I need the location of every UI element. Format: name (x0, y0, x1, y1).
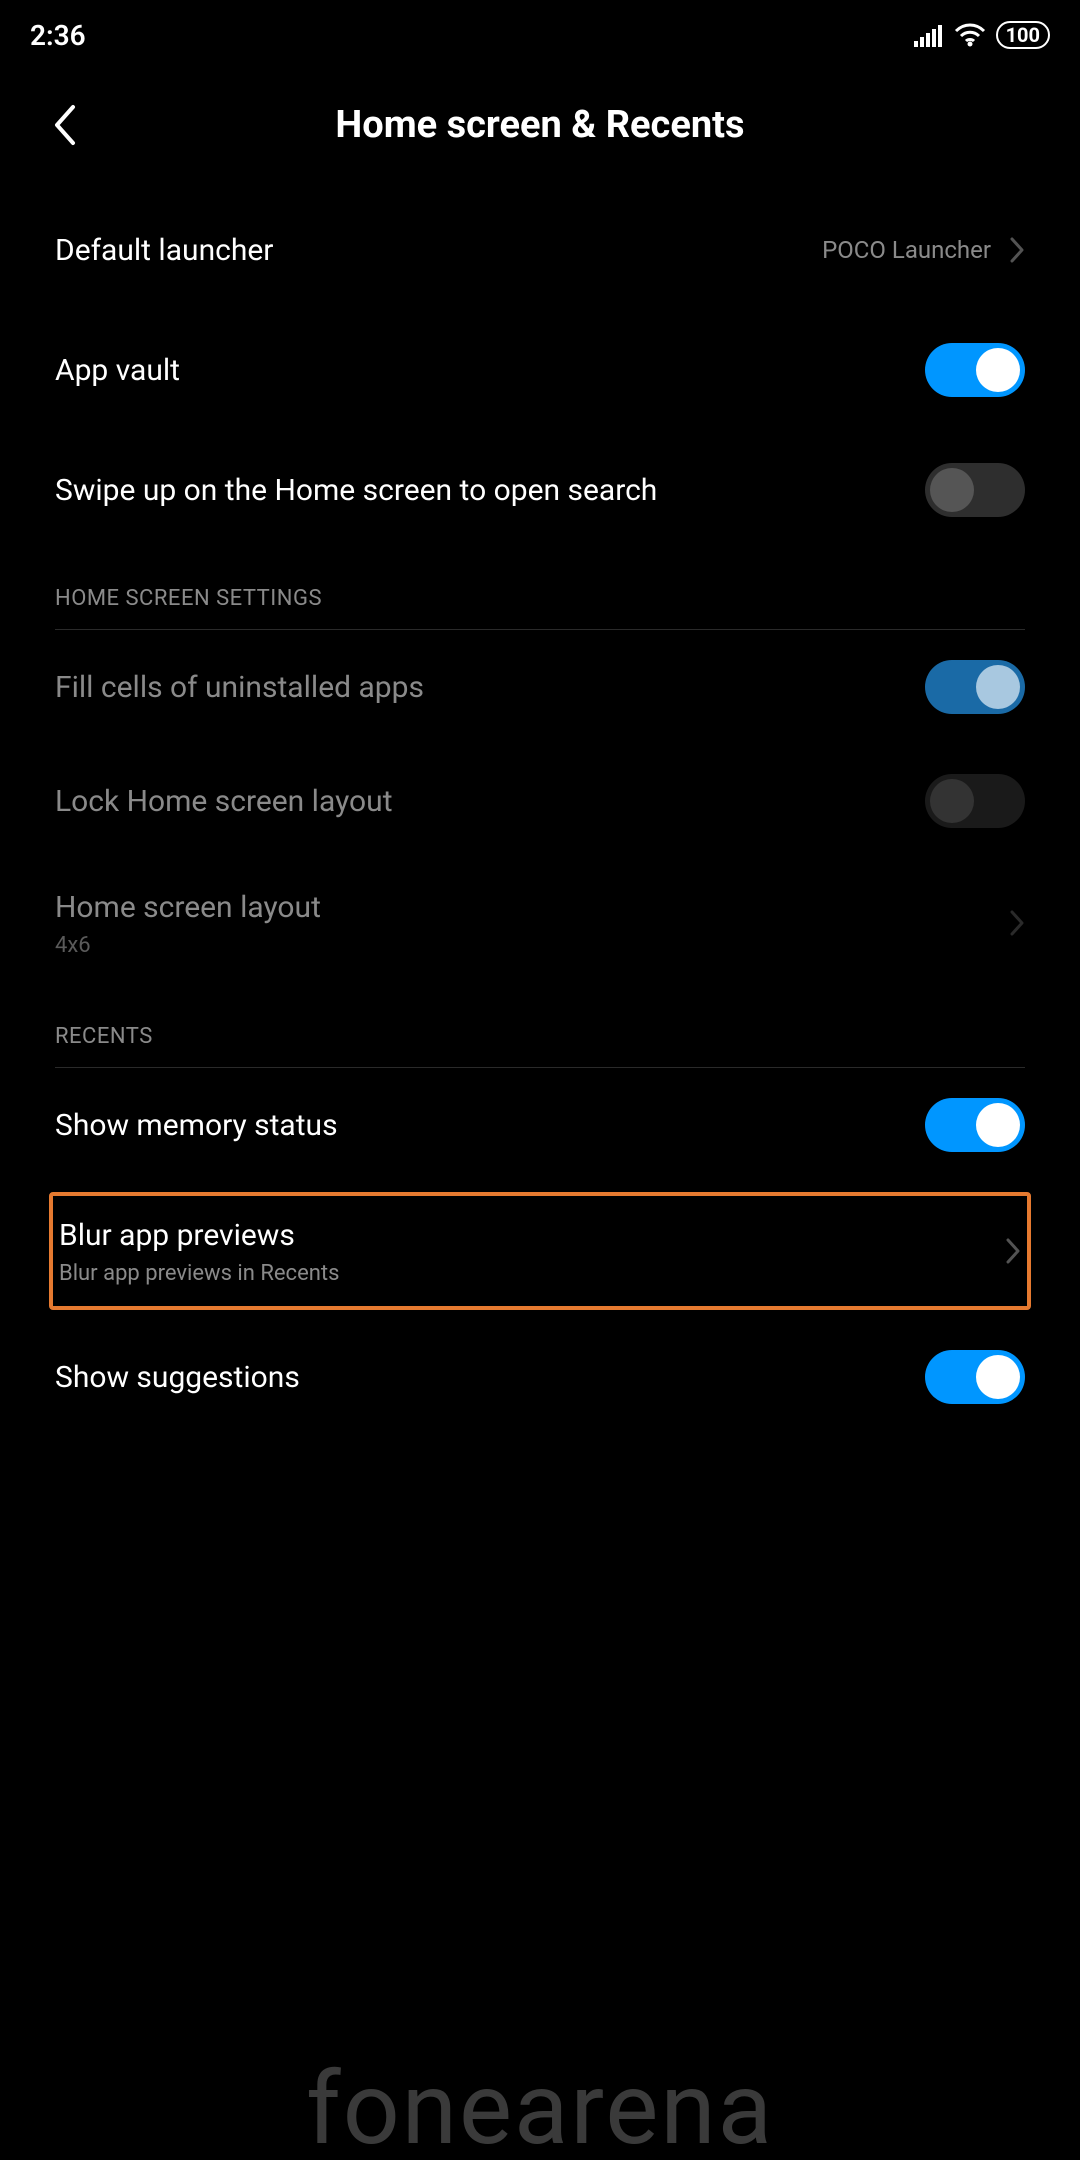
watermark: fonearena (0, 2060, 1080, 2160)
blur-previews-row[interactable]: Blur app previews Blur app previews in R… (59, 1196, 1021, 1306)
default-launcher-row[interactable]: Default launcher POCO Launcher (55, 190, 1025, 310)
default-launcher-value: POCO Launcher (822, 236, 991, 264)
swipe-search-toggle[interactable] (925, 463, 1025, 517)
default-launcher-label: Default launcher (55, 231, 273, 270)
app-vault-toggle[interactable] (925, 343, 1025, 397)
lock-layout-label: Lock Home screen layout (55, 782, 393, 821)
back-button[interactable] (40, 100, 90, 150)
status-indicators: 100 (914, 21, 1050, 49)
show-suggestions-label: Show suggestions (55, 1358, 300, 1397)
highlight-box: Blur app previews Blur app previews in R… (49, 1192, 1031, 1310)
home-layout-label: Home screen layout (55, 888, 321, 927)
chevron-right-icon (1005, 1237, 1021, 1265)
fill-cells-toggle (925, 660, 1025, 714)
swipe-search-label: Swipe up on the Home screen to open sear… (55, 471, 657, 510)
app-vault-row[interactable]: App vault (55, 310, 1025, 430)
show-suggestions-row[interactable]: Show suggestions (55, 1320, 1025, 1434)
page-header: Home screen & Recents (0, 60, 1080, 190)
blur-previews-label: Blur app previews (59, 1216, 339, 1255)
fill-cells-row: Fill cells of uninstalled apps (55, 630, 1025, 744)
battery-indicator: 100 (996, 21, 1050, 49)
chevron-right-icon (1009, 236, 1025, 264)
swipe-search-row[interactable]: Swipe up on the Home screen to open sear… (55, 430, 1025, 550)
home-layout-row: Home screen layout 4x6 (55, 858, 1025, 988)
chevron-left-icon (51, 103, 79, 147)
show-memory-label: Show memory status (55, 1106, 338, 1145)
app-vault-label: App vault (55, 351, 180, 390)
status-bar: 2:36 100 (0, 0, 1080, 60)
show-memory-toggle[interactable] (925, 1098, 1025, 1152)
chevron-right-icon (1009, 909, 1025, 937)
fill-cells-label: Fill cells of uninstalled apps (55, 668, 424, 707)
section-header-home: HOME SCREEN SETTINGS (55, 550, 1025, 630)
home-layout-sub: 4x6 (55, 933, 321, 958)
signal-icon (914, 23, 944, 47)
section-header-recents: RECENTS (55, 988, 1025, 1068)
show-suggestions-toggle[interactable] (925, 1350, 1025, 1404)
lock-layout-toggle (925, 774, 1025, 828)
lock-layout-row: Lock Home screen layout (55, 744, 1025, 858)
blur-previews-sub: Blur app previews in Recents (59, 1261, 339, 1286)
status-time: 2:36 (30, 19, 86, 52)
show-memory-row[interactable]: Show memory status (55, 1068, 1025, 1182)
wifi-icon (954, 23, 986, 47)
page-title: Home screen & Recents (335, 103, 744, 147)
